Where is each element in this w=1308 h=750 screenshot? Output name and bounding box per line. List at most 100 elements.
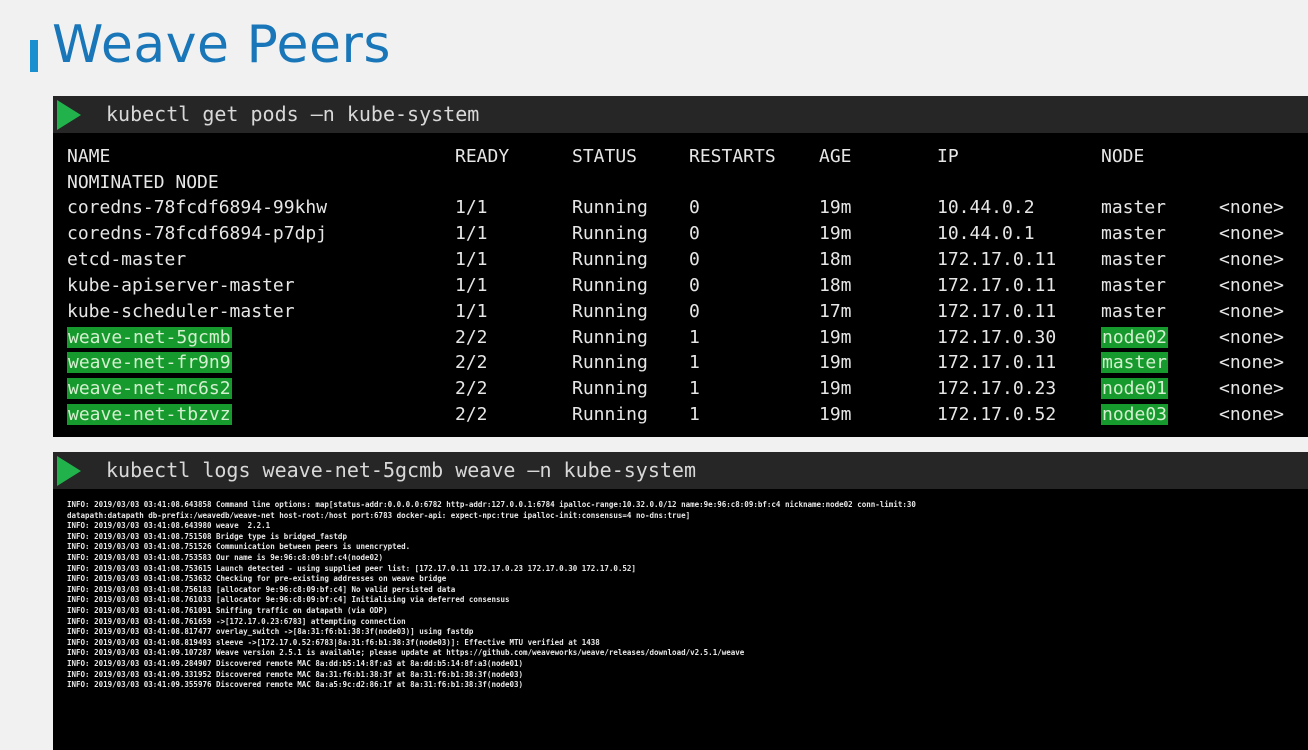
- pod-restarts-cell: 0: [689, 222, 700, 244]
- pod-ip-cell: 172.17.0.11: [937, 274, 1057, 296]
- logs-terminal: kubectl logs weave-net-5gcmb weave –n ku…: [53, 452, 1308, 750]
- pod-ip-cell: 172.17.0.11: [937, 300, 1057, 322]
- column-header: IP: [937, 146, 959, 167]
- pod-name-cell: weave-net-tbzvz: [67, 404, 232, 426]
- pod-node-cell: master: [1101, 274, 1167, 296]
- pod-restarts-cell: 1: [689, 404, 700, 426]
- log-line: INFO: 2019/03/03 03:41:08.751508 Bridge …: [67, 531, 347, 541]
- pod-age-cell: 19m: [819, 222, 852, 244]
- pod-nominated-cell: <none>: [1219, 300, 1285, 322]
- command-bar: kubectl logs weave-net-5gcmb weave –n ku…: [53, 452, 1308, 489]
- pod-age-cell: 18m: [819, 248, 852, 270]
- log-line: INFO: 2019/03/03 03:41:08.761659 ->[172.…: [67, 616, 406, 626]
- pods-terminal: kubectl get pods –n kube-system NAME READ…: [53, 96, 1308, 437]
- column-header: RESTARTS: [689, 146, 776, 167]
- pod-nominated-cell: <none>: [1219, 222, 1285, 244]
- pod-ready-cell: 2/2: [455, 326, 488, 348]
- pod-ready-cell: 1/1: [455, 197, 488, 218]
- pods-table: NAME READY STATUS RESTARTS AGE IP NODE NOMINATE…: [53, 133, 1308, 437]
- pod-status-cell: Running: [572, 326, 648, 348]
- pod-ready-cell: 2/2: [455, 378, 488, 400]
- pod-age-cell: 19m: [819, 378, 852, 400]
- pod-restarts-cell: 0: [689, 300, 700, 322]
- pod-nominated-cell: <none>: [1219, 352, 1285, 374]
- pod-ready-cell: 1/1: [455, 274, 488, 296]
- pod-ip-cell: 172.17.0.52: [937, 404, 1057, 426]
- pod-name-cell: weave-net-fr9n9: [67, 352, 232, 374]
- pod-node-cell: master: [1101, 197, 1167, 218]
- pod-name-cell: kube-scheduler-master: [67, 300, 295, 322]
- pod-status-cell: Running: [572, 378, 648, 400]
- command-bar: kubectl get pods –n kube-system: [53, 96, 1308, 133]
- pod-nominated-cell: <none>: [1219, 378, 1285, 400]
- pod-ip-cell: 172.17.0.23: [937, 378, 1057, 400]
- pod-restarts-cell: 1: [689, 378, 700, 400]
- pod-ready-cell: 2/2: [455, 352, 488, 374]
- pod-status-cell: Running: [572, 274, 648, 296]
- column-header: NOMINATED NODE: [67, 171, 219, 193]
- log-line: INFO: 2019/03/03 03:41:08.753615 Launch …: [67, 563, 636, 573]
- log-line: INFO: 2019/03/03 03:41:08.761033 [alloca…: [67, 595, 510, 605]
- pod-status-cell: Running: [572, 404, 648, 426]
- pod-status-cell: Running: [572, 222, 648, 244]
- column-header: STATUS: [572, 146, 638, 167]
- column-header: NAME: [67, 146, 111, 167]
- pod-nominated-cell: <none>: [1219, 197, 1285, 218]
- pod-restarts-cell: 0: [689, 248, 700, 270]
- pod-node-cell: master: [1101, 352, 1169, 374]
- pod-status-cell: Running: [572, 248, 648, 270]
- log-output: INFO: 2019/03/03 03:41:08.643858 Command…: [67, 500, 1278, 691]
- pod-node-cell: master: [1101, 222, 1167, 244]
- pod-node-cell: node02: [1101, 326, 1169, 348]
- log-line: INFO: 2019/03/03 03:41:08.819493 sleeve …: [67, 637, 600, 647]
- play-icon: [57, 456, 81, 486]
- pod-node-cell: node03: [1101, 404, 1169, 426]
- pod-restarts-cell: 1: [689, 326, 700, 348]
- pod-ready-cell: 2/2: [455, 404, 488, 426]
- play-icon: [57, 100, 81, 130]
- pod-nominated-cell: <none>: [1219, 274, 1285, 296]
- pod-status-cell: Running: [572, 352, 648, 374]
- log-line: INFO: 2019/03/03 03:41:08.756183 [alloca…: [67, 584, 456, 594]
- slide-title: Weave Peers: [52, 15, 391, 75]
- pod-ip-cell: 10.44.0.2: [937, 197, 1035, 218]
- pod-ip-cell: 172.17.0.11: [937, 352, 1057, 374]
- pod-status-cell: Running: [572, 197, 648, 218]
- pod-age-cell: 17m: [819, 300, 852, 322]
- log-line: INFO: 2019/03/03 03:41:09.284907 Discove…: [67, 658, 524, 668]
- log-line: INFO: 2019/03/03 03:41:09.331952 Discove…: [67, 669, 524, 679]
- pod-restarts-cell: 0: [689, 274, 700, 296]
- pod-ip-cell: 10.44.0.1: [937, 222, 1035, 244]
- pod-node-cell: node01: [1101, 378, 1169, 400]
- pod-ip-cell: 172.17.0.30: [937, 326, 1057, 348]
- log-line: INFO: 2019/03/03 03:41:09.107287 Weave v…: [67, 648, 745, 658]
- pod-node-cell: master: [1101, 248, 1167, 270]
- log-line: INFO: 2019/03/03 03:41:08.643858 Command…: [67, 500, 916, 509]
- pod-name-cell: kube-apiserver-master: [67, 274, 295, 296]
- pod-name-cell: weave-net-mc6s2: [67, 378, 232, 400]
- pod-ready-cell: 1/1: [455, 300, 488, 322]
- pod-restarts-cell: 0: [689, 197, 700, 218]
- column-header: AGE: [819, 146, 852, 167]
- log-line: INFO: 2019/03/03 03:41:08.753583 Our nam…: [67, 552, 384, 562]
- pod-age-cell: 19m: [819, 352, 852, 374]
- command-text: kubectl logs weave-net-5gcmb weave –n ku…: [106, 458, 697, 482]
- log-line: INFO: 2019/03/03 03:41:08.761091 Sniffin…: [67, 605, 388, 615]
- pod-ready-cell: 1/1: [455, 222, 488, 244]
- pod-nominated-cell: <none>: [1219, 248, 1285, 270]
- pod-name-cell: coredns-78fcdf6894-p7dpj: [67, 222, 328, 244]
- pod-restarts-cell: 1: [689, 352, 700, 374]
- pod-age-cell: 19m: [819, 404, 852, 426]
- pod-name-cell: etcd-master: [67, 248, 187, 270]
- pod-age-cell: 18m: [819, 274, 852, 296]
- pod-name-cell: coredns-78fcdf6894-99khw: [67, 197, 328, 218]
- log-line: INFO: 2019/03/03 03:41:09.355976 Discove…: [67, 680, 524, 690]
- log-line: INFO: 2019/03/03 03:41:08.643980 weave 2…: [67, 521, 271, 531]
- pod-nominated-cell: <none>: [1219, 404, 1285, 426]
- pod-age-cell: 19m: [819, 197, 852, 218]
- column-header: READY: [455, 146, 510, 167]
- log-line: INFO: 2019/03/03 03:41:08.751526 Communi…: [67, 542, 411, 552]
- log-line: datapath:datapath db-prefix:/weavedb/wea…: [67, 510, 691, 520]
- title-accent-bar: [30, 40, 38, 72]
- log-line: INFO: 2019/03/03 03:41:08.817477 overlay…: [67, 627, 474, 637]
